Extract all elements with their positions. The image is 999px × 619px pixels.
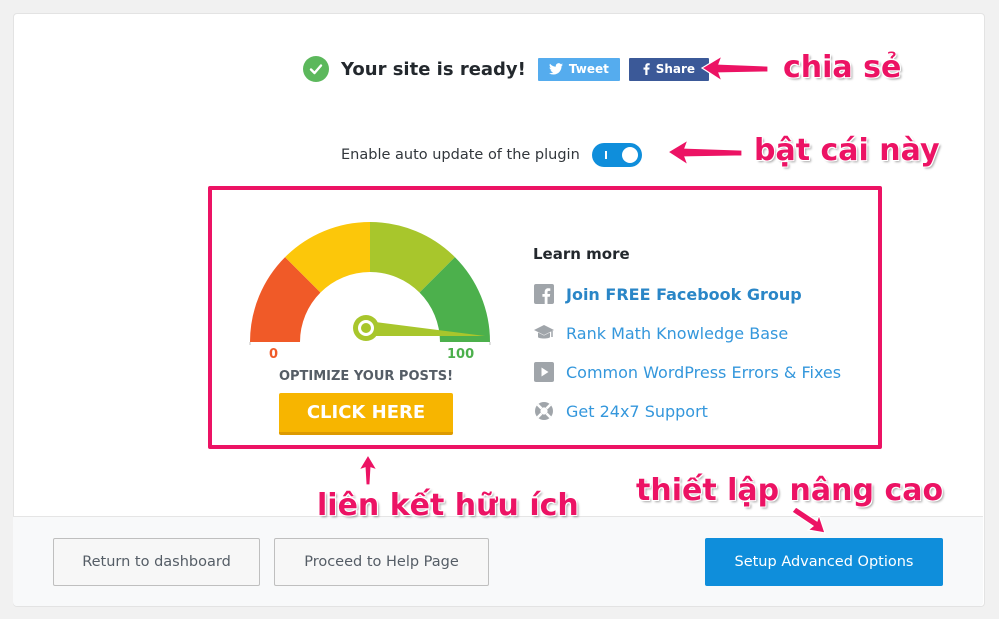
toggle-knob — [621, 147, 638, 163]
link-label: Join FREE Facebook Group — [566, 284, 802, 304]
speed-gauge-icon: 0 100 — [249, 221, 491, 362]
annotation-useful-links: liên kết hữu ích — [317, 488, 579, 523]
link-facebook-group[interactable]: Join FREE Facebook Group — [533, 282, 802, 306]
link-label: Common WordPress Errors & Fixes — [566, 362, 842, 382]
facebook-icon — [533, 283, 555, 305]
link-label: Get 24x7 Support — [566, 401, 708, 421]
video-play-icon — [533, 361, 555, 383]
site-ready-row: Your site is ready! Tweet Share — [303, 55, 709, 83]
gauge-min-label: 0 — [269, 347, 278, 362]
link-wordpress-errors[interactable]: Common WordPress Errors & Fixes — [533, 360, 841, 384]
facebook-share-button[interactable]: Share — [628, 57, 709, 81]
site-ready-text: Your site is ready! — [341, 58, 526, 80]
auto-update-row: Enable auto update of the plugin — [341, 142, 642, 168]
tweet-button[interactable]: Tweet — [537, 57, 620, 81]
annotation-toggle: bật cái này — [754, 133, 940, 168]
link-label: Rank Math Knowledge Base — [566, 323, 789, 343]
lifebuoy-icon — [533, 400, 555, 422]
facebook-f-icon — [643, 63, 650, 75]
return-to-dashboard-button[interactable]: Return to dashboard — [53, 538, 260, 586]
link-knowledge-base[interactable]: Rank Math Knowledge Base — [533, 321, 788, 345]
check-circle-icon — [303, 56, 329, 82]
link-support[interactable]: Get 24x7 Support — [533, 399, 708, 423]
click-here-button[interactable]: CLICK HERE — [279, 393, 453, 435]
gauge-max-label: 100 — [447, 347, 474, 362]
annotation-advanced-settings: thiết lập nâng cao — [636, 473, 944, 508]
proceed-to-help-button[interactable]: Proceed to Help Page — [274, 538, 489, 586]
share-label: Share — [655, 62, 696, 76]
graduation-cap-icon — [533, 322, 555, 344]
twitter-bird-icon — [548, 63, 563, 75]
optimize-headline: OPTIMIZE YOUR POSTS! — [278, 369, 454, 384]
learn-more-title: Learn more — [533, 245, 630, 263]
auto-update-label: Enable auto update of the plugin — [341, 147, 580, 163]
annotation-share: chia sẻ — [783, 50, 902, 85]
setup-advanced-options-button[interactable]: Setup Advanced Options — [705, 538, 943, 586]
tweet-label: Tweet — [568, 62, 609, 76]
auto-update-toggle[interactable] — [591, 143, 642, 167]
